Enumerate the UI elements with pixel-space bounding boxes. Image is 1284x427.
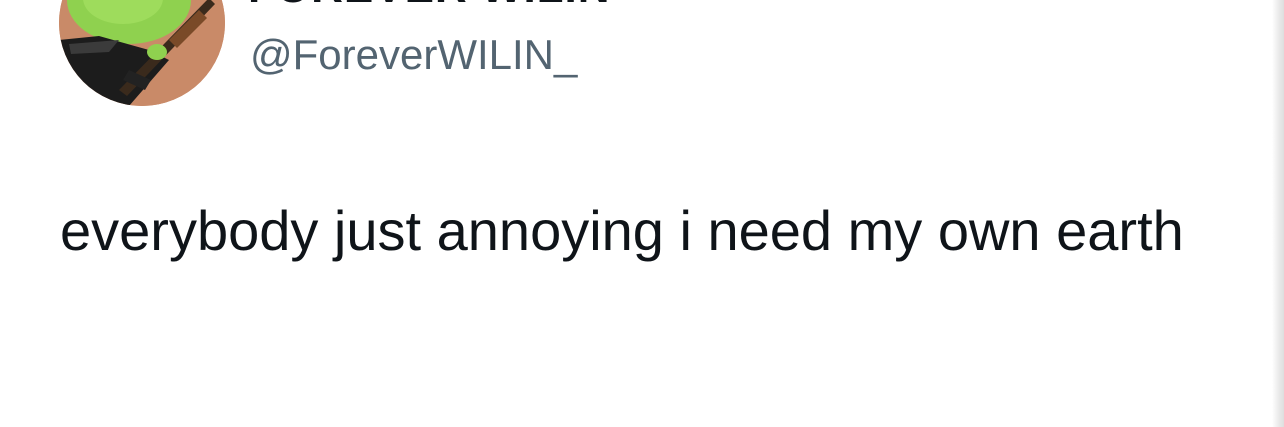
avatar-image <box>59 0 225 106</box>
author-handle[interactable]: @ForeverWILIN_ <box>250 34 577 76</box>
tweet-text: everybody just annoying i need my own ea… <box>60 199 1184 262</box>
card-edge <box>1272 0 1284 427</box>
profile-avatar[interactable] <box>59 0 225 106</box>
author-display-name[interactable]: FOREVER WILIN <box>248 0 611 10</box>
tweet-card: FOREVER WILIN @ForeverWILIN_ everybody j… <box>0 0 1284 427</box>
